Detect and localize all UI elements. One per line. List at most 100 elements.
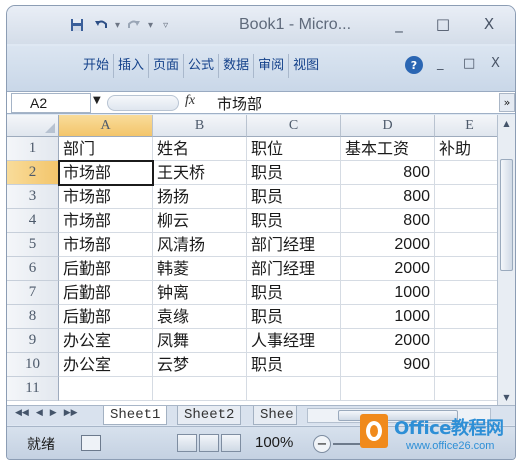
row-header-4[interactable]: 4 [7,209,59,233]
cell-d4[interactable]: 800 [341,209,435,233]
cell-d5[interactable]: 2000 [341,233,435,257]
cell-c10[interactable]: 职员 [247,353,341,377]
column-header-c[interactable]: C [247,115,341,137]
tab-data[interactable]: 数据 [219,54,255,78]
column-header-b[interactable]: B [153,115,247,137]
select-all-button[interactable] [7,115,59,137]
formula-input[interactable]: 市场部 [217,93,262,114]
cell-e6[interactable] [435,257,505,281]
ribbon-restore-button[interactable]: □ [463,56,475,71]
cell-b8[interactable]: 袁缘 [153,305,247,329]
normal-view-icon[interactable] [177,434,197,452]
tab-view[interactable]: 视图 [289,54,323,78]
cell-d11[interactable] [341,377,435,401]
cell-a11[interactable] [59,377,153,401]
redo-dropdown-icon[interactable]: ▾ [148,20,153,31]
cell-e3[interactable] [435,185,505,209]
cell-c3[interactable]: 职员 [247,185,341,209]
first-sheet-icon[interactable]: ◀◀ [15,408,29,418]
scroll-up-icon[interactable]: ▲ [498,115,515,131]
cell-c6[interactable]: 部门经理 [247,257,341,281]
cell-d8[interactable]: 1000 [341,305,435,329]
cell-b3[interactable]: 扬扬 [153,185,247,209]
tab-review[interactable]: 审阅 [254,54,290,78]
cell-b6[interactable]: 韩菱 [153,257,247,281]
expand-formula-bar-icon[interactable]: » [499,93,515,112]
customize-icon[interactable]: ▿ [163,20,168,31]
scroll-down-icon[interactable]: ▼ [498,389,515,405]
cell-c4[interactable]: 职员 [247,209,341,233]
cell-d3[interactable]: 800 [341,185,435,209]
maximize-button[interactable]: □ [431,14,455,34]
help-icon[interactable]: ? [405,56,423,74]
cell-e2[interactable] [435,161,505,185]
row-header-5[interactable]: 5 [7,233,59,257]
cell-b2[interactable]: 王天桥 [153,161,247,185]
cell-a7[interactable]: 后勤部 [59,281,153,305]
cell-e4[interactable] [435,209,505,233]
cell-a10[interactable]: 办公室 [59,353,153,377]
tab-page-layout[interactable]: 页面 [149,54,185,78]
cell-a3[interactable]: 市场部 [59,185,153,209]
cell-c9[interactable]: 人事经理 [247,329,341,353]
cell-c8[interactable]: 职员 [247,305,341,329]
page-layout-view-icon[interactable] [199,434,219,452]
close-button[interactable]: X [477,14,501,34]
undo-icon[interactable] [91,16,111,34]
tab-home[interactable]: 开始 [79,54,115,78]
name-box[interactable]: A2 [11,93,91,113]
row-header-9[interactable]: 9 [7,329,59,353]
row-header-3[interactable]: 3 [7,185,59,209]
column-header-e[interactable]: E [435,115,505,137]
row-header-1[interactable]: 1 [7,137,59,161]
cell-e8[interactable] [435,305,505,329]
insert-function-icon[interactable]: fx [185,93,195,109]
cell-e11[interactable] [435,377,505,401]
cell-d7[interactable]: 1000 [341,281,435,305]
cell-a2[interactable]: 市场部 [58,160,154,186]
macro-record-icon[interactable] [81,435,101,451]
row-header-11[interactable]: 11 [7,377,59,401]
sheet-tab-sheet1[interactable]: Sheet1 [103,406,168,425]
cell-a4[interactable]: 市场部 [59,209,153,233]
cell-c7[interactable]: 职员 [247,281,341,305]
cell-e10[interactable] [435,353,505,377]
cell-d10[interactable]: 900 [341,353,435,377]
cell-b7[interactable]: 钟离 [153,281,247,305]
row-header-8[interactable]: 8 [7,305,59,329]
minimize-button[interactable]: _ [387,14,411,34]
sheet-tab-sheet2[interactable]: Sheet2 [177,406,242,425]
cell-b9[interactable]: 凤舞 [153,329,247,353]
cell-a8[interactable]: 后勤部 [59,305,153,329]
row-header-7[interactable]: 7 [7,281,59,305]
zoom-out-button[interactable]: − [313,435,331,453]
cell-a1[interactable]: 部门 [59,137,153,161]
cell-a5[interactable]: 市场部 [59,233,153,257]
prev-sheet-icon[interactable]: ◀ [36,408,43,418]
ribbon-minimize-button[interactable]: _ [437,56,444,71]
cell-b10[interactable]: 云梦 [153,353,247,377]
undo-dropdown-icon[interactable]: ▾ [115,20,120,31]
cell-c2[interactable]: 职员 [247,161,341,185]
cell-b5[interactable]: 风清扬 [153,233,247,257]
last-sheet-icon[interactable]: ▶▶ [64,408,78,418]
tab-insert[interactable]: 插入 [114,54,150,78]
sheet-tab-sheet3[interactable]: Shee [253,406,297,425]
vertical-scroll-thumb[interactable] [500,159,513,271]
cell-e7[interactable] [435,281,505,305]
vertical-scrollbar[interactable]: ▲ ▼ [497,115,515,405]
cell-e1[interactable]: 补助 [435,137,505,161]
next-sheet-icon[interactable]: ▶ [50,408,57,418]
cell-b4[interactable]: 柳云 [153,209,247,233]
zoom-level[interactable]: 100% [255,434,293,451]
cell-b1[interactable]: 姓名 [153,137,247,161]
row-header-6[interactable]: 6 [7,257,59,281]
cell-d1[interactable]: 基本工资 [341,137,435,161]
column-header-d[interactable]: D [341,115,435,137]
row-header-2[interactable]: 2 [7,161,59,185]
cell-b11[interactable] [153,377,247,401]
cell-e9[interactable] [435,329,505,353]
cell-c5[interactable]: 部门经理 [247,233,341,257]
page-break-view-icon[interactable] [221,434,241,452]
tab-formulas[interactable]: 公式 [184,54,220,78]
